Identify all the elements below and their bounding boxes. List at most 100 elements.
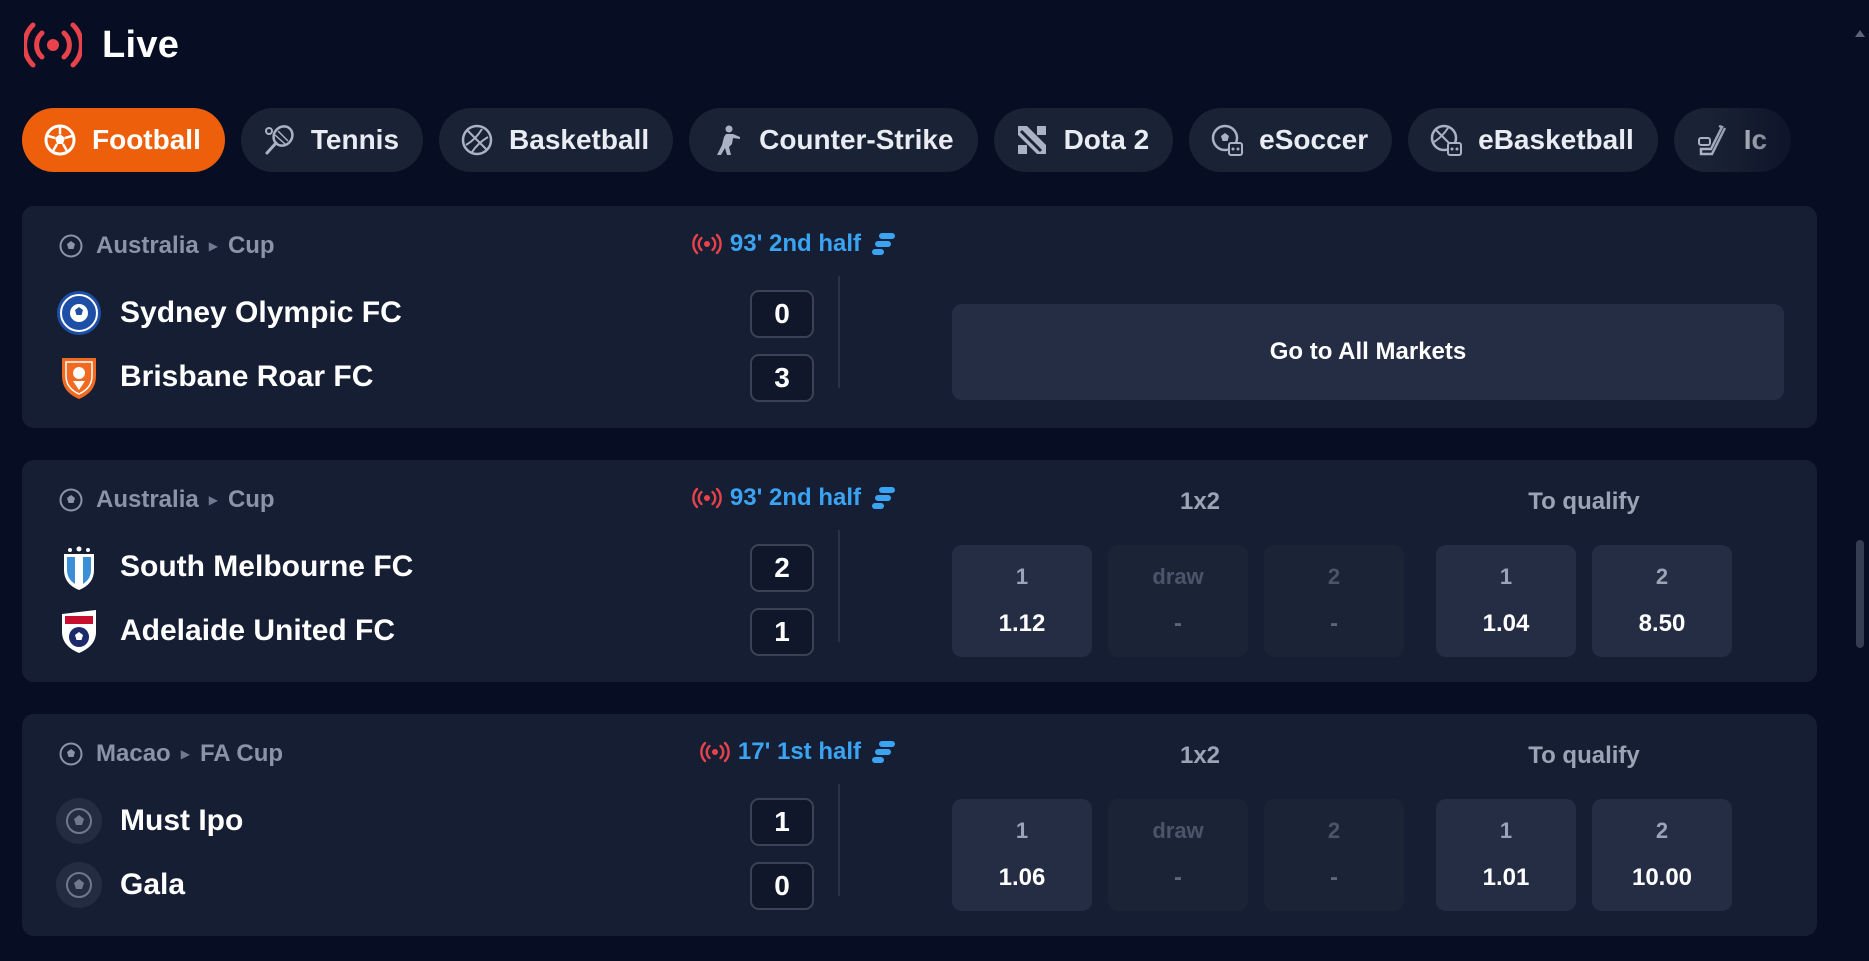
league-tournament: FA Cup <box>199 740 284 767</box>
esoccer-icon <box>1209 122 1245 158</box>
chevron-right-icon: ▶ <box>180 747 190 761</box>
odds-label: 2 <box>1655 818 1669 843</box>
tennis-icon <box>261 122 297 158</box>
match-time: 17' 1st half <box>737 738 861 765</box>
tab-label: Counter-Strike <box>759 124 954 155</box>
odds-label: 1 <box>1015 564 1029 589</box>
divider <box>838 784 840 896</box>
chevron-right-icon: ▶ <box>208 493 218 507</box>
odds-value: 10.00 <box>1631 864 1693 891</box>
dota2-icon <box>1014 122 1050 158</box>
odds-value: - <box>1330 610 1338 637</box>
divider <box>838 276 840 388</box>
odds-button-away: 2 - <box>1264 799 1404 911</box>
league-breadcrumb[interactable]: Australia ▶ Cup <box>58 232 275 260</box>
home-score: 2 <box>750 544 814 592</box>
soccer-ball-icon <box>59 488 83 512</box>
south-melbourne-logo <box>56 544 102 590</box>
market-title-1x2: 1x2 <box>1179 742 1221 769</box>
odds-value: 8.50 <box>1638 610 1686 637</box>
live-broadcast-icon <box>24 18 82 72</box>
counter-strike-icon <box>709 122 745 158</box>
away-score: 3 <box>750 354 814 402</box>
tab-label: eSoccer <box>1259 124 1369 155</box>
adelaide-united-logo <box>56 608 102 654</box>
page-header: Live <box>24 18 179 72</box>
odds-button-qualify-home[interactable]: 1 1.04 <box>1436 545 1576 657</box>
odds-label: 1 <box>1499 564 1513 589</box>
sydney-olympic-logo <box>56 290 102 336</box>
home-score: 1 <box>750 798 814 846</box>
odds-value: - <box>1174 610 1182 637</box>
tab-label: Basketball <box>509 124 650 155</box>
tab-football[interactable]: Football <box>22 108 225 172</box>
away-score: 0 <box>750 862 814 910</box>
team-name: Must Ipo <box>120 804 244 837</box>
go-to-all-markets-button[interactable]: Go to All Markets <box>952 304 1784 400</box>
tab-esoccer[interactable]: eSoccer <box>1189 108 1393 172</box>
scrollbar-thumb[interactable] <box>1856 540 1864 648</box>
tab-label: eBasketball <box>1478 124 1634 155</box>
league-country: Australia <box>96 232 199 259</box>
away-team[interactable]: Gala <box>56 862 185 908</box>
tab-basketball[interactable]: Basketball <box>439 108 674 172</box>
live-broadcast-icon <box>692 233 722 255</box>
statistics-icon[interactable] <box>871 231 897 257</box>
market-title-to-qualify: To qualify <box>1528 488 1640 515</box>
league-tournament: Cup <box>227 232 275 259</box>
match-time: 93' 2nd half <box>729 484 861 511</box>
live-broadcast-icon <box>700 741 730 763</box>
sport-tabs: Football Tennis Basketball Counter-Strik… <box>22 108 1817 172</box>
odds-value: 1.12 <box>998 610 1046 637</box>
team-name: Sydney Olympic FC <box>120 296 402 329</box>
match-status: 93' 2nd half <box>692 230 897 258</box>
odds-label: 2 <box>1327 818 1341 843</box>
tab-counter-strike[interactable]: Counter-Strike <box>689 108 978 172</box>
tab-label: Tennis <box>310 124 400 155</box>
odds-label: draw <box>1152 564 1204 589</box>
tabs-fade-overlay <box>1707 108 1817 172</box>
odds-value: - <box>1330 864 1338 891</box>
odds-label: 2 <box>1655 564 1669 589</box>
tab-ebasketball[interactable]: eBasketball <box>1408 108 1658 172</box>
odds-value: 1.04 <box>1482 610 1530 637</box>
home-team[interactable]: Must Ipo <box>56 798 243 844</box>
live-broadcast-icon <box>692 487 722 509</box>
odds-button-home[interactable]: 1 1.06 <box>952 799 1092 911</box>
odds-button-qualify-away[interactable]: 2 10.00 <box>1592 799 1732 911</box>
team-name: Gala <box>120 868 186 901</box>
odds-value: - <box>1174 864 1182 891</box>
market-title-to-qualify: To qualify <box>1528 742 1640 769</box>
default-team-logo <box>56 798 102 844</box>
statistics-icon[interactable] <box>871 739 897 765</box>
home-team[interactable]: Sydney Olympic FC <box>56 290 402 336</box>
home-team[interactable]: South Melbourne FC <box>56 544 413 590</box>
match-card[interactable]: Australia ▶ Cup 93' 2nd half Sydney Olym… <box>22 206 1817 428</box>
scroll-up-arrow-icon[interactable] <box>1855 30 1865 37</box>
league-breadcrumb[interactable]: Macao ▶ FA Cup <box>58 740 283 768</box>
match-card[interactable]: Macao ▶ FA Cup 17' 1st half Must Ipo Gal… <box>22 714 1817 936</box>
soccer-ball-icon <box>59 234 83 258</box>
odds-button-draw: draw - <box>1108 545 1248 657</box>
match-time: 93' 2nd half <box>729 230 861 257</box>
match-card[interactable]: Australia ▶ Cup 93' 2nd half South Melbo… <box>22 460 1817 682</box>
odds-button-home[interactable]: 1 1.12 <box>952 545 1092 657</box>
away-team[interactable]: Adelaide United FC <box>56 608 395 654</box>
away-team[interactable]: Brisbane Roar FC <box>56 354 373 400</box>
away-score: 1 <box>750 608 814 656</box>
page-title: Live <box>102 23 180 66</box>
brisbane-roar-logo <box>56 354 102 400</box>
odds-button-qualify-home[interactable]: 1 1.01 <box>1436 799 1576 911</box>
chevron-right-icon: ▶ <box>208 239 218 253</box>
league-country: Macao <box>96 740 171 767</box>
odds-label: 2 <box>1327 564 1341 589</box>
basketball-icon <box>459 122 495 158</box>
odds-button-qualify-away[interactable]: 2 8.50 <box>1592 545 1732 657</box>
tab-dota2[interactable]: Dota 2 <box>993 108 1174 172</box>
tab-tennis[interactable]: Tennis <box>240 108 424 172</box>
statistics-icon[interactable] <box>871 485 897 511</box>
odds-value: 1.06 <box>998 864 1046 891</box>
ebasketball-icon <box>1428 122 1464 158</box>
league-breadcrumb[interactable]: Australia ▶ Cup <box>58 486 275 514</box>
football-icon <box>42 122 78 158</box>
